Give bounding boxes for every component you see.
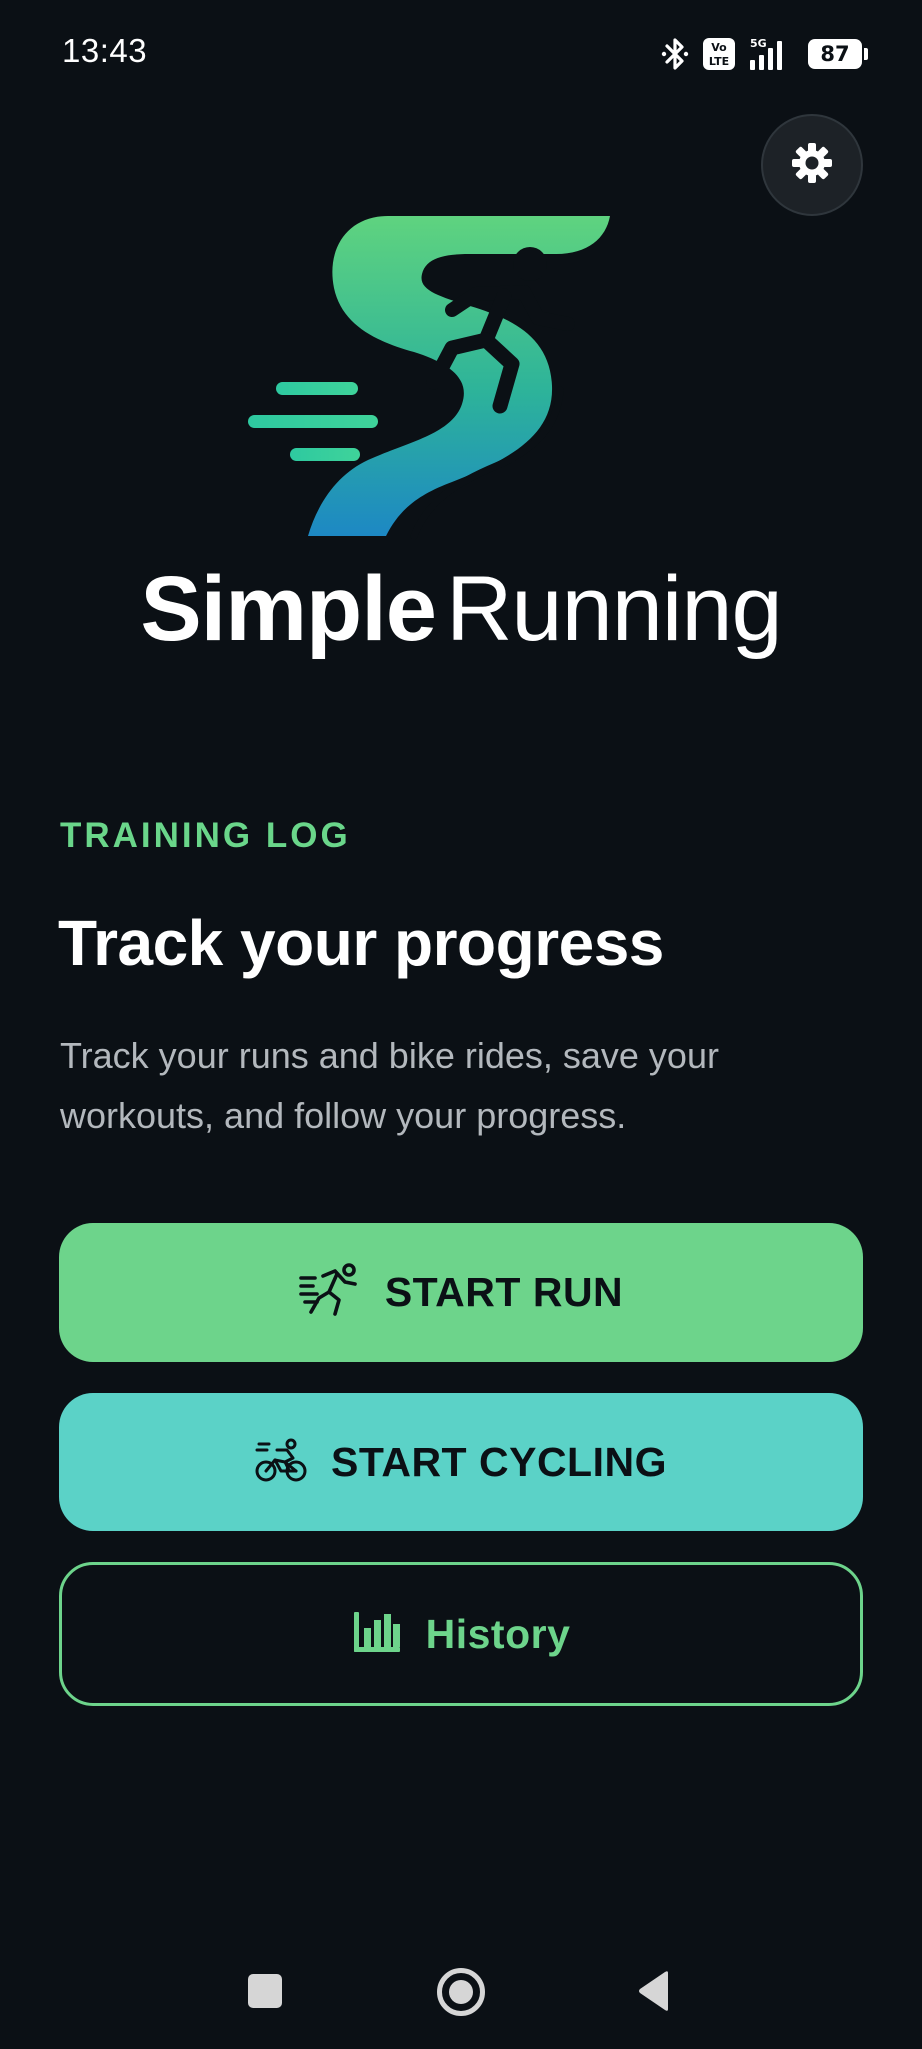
speed-line xyxy=(290,448,360,461)
back-icon xyxy=(639,1971,668,2011)
status-bar: 13:43 Vo LTE 5G 87 xyxy=(0,0,922,110)
speed-line xyxy=(276,382,358,395)
status-icons: Vo LTE 5G 87 xyxy=(660,34,868,74)
start-cycling-button[interactable]: START CYCLING xyxy=(59,1393,863,1531)
volte-top-text: Vo xyxy=(711,41,727,54)
home-icon xyxy=(449,1980,473,2004)
runner-head xyxy=(513,247,547,281)
back-button[interactable] xyxy=(636,1970,672,2017)
start-run-label: START RUN xyxy=(384,1269,624,1315)
status-time: 13:43 xyxy=(62,32,148,69)
app-name: Simple Running xyxy=(0,554,922,664)
app-logo xyxy=(238,214,628,544)
history-label: History xyxy=(425,1610,571,1657)
settings-button[interactable] xyxy=(761,114,863,216)
cyclist-icon xyxy=(255,1438,307,1487)
gear-icon xyxy=(790,141,834,190)
history-button[interactable]: History xyxy=(59,1562,863,1706)
system-nav-bar xyxy=(0,1930,922,2049)
speed-line xyxy=(248,415,378,428)
bluetooth-icon xyxy=(660,36,690,72)
start-cycling-label: START CYCLING xyxy=(330,1438,667,1485)
page-title: Track your progress xyxy=(58,907,664,979)
volte-icon: Vo LTE xyxy=(702,37,736,71)
battery-level: 87 xyxy=(820,42,850,66)
recents-button[interactable] xyxy=(248,1974,282,2008)
volte-bottom-text: LTE xyxy=(709,55,729,68)
page-description: Track your runs and bike rides, save you… xyxy=(60,1035,719,1136)
section-eyebrow: TRAINING LOG xyxy=(60,816,351,855)
signal-icon: 5G xyxy=(748,36,796,72)
app-name-bold: Simple xyxy=(140,558,437,660)
runner-icon xyxy=(299,1262,361,1323)
network-type-text: 5G xyxy=(750,37,767,50)
home-button[interactable] xyxy=(437,1968,485,2016)
start-run-button[interactable]: START RUN xyxy=(59,1223,863,1362)
app-name-light: Running xyxy=(445,558,783,660)
battery-icon: 87 xyxy=(808,39,868,69)
bar-chart-icon xyxy=(352,1610,402,1659)
